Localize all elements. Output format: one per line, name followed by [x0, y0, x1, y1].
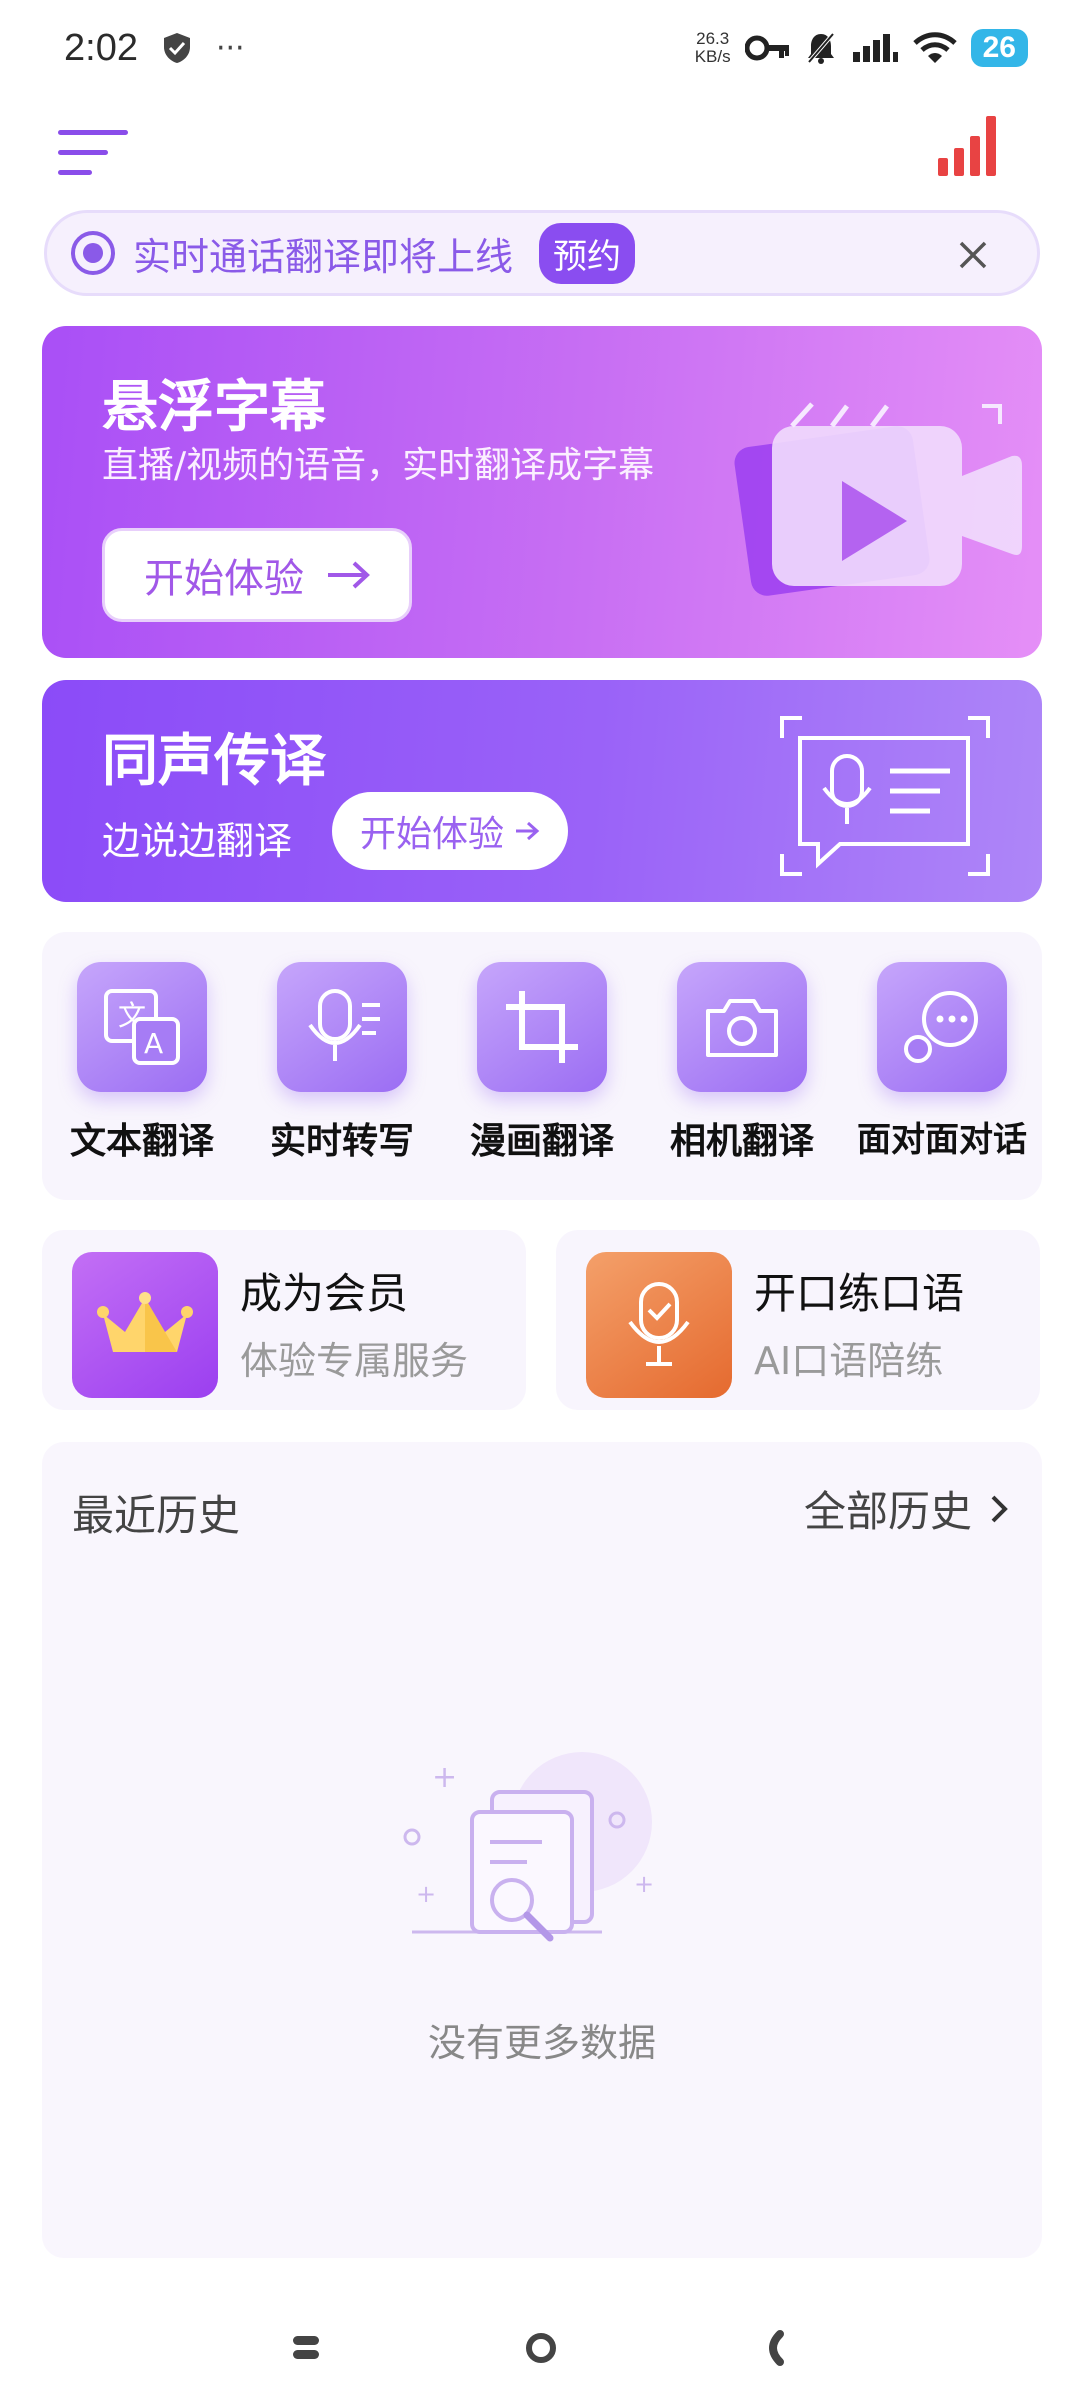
comic-translate-icon — [477, 962, 607, 1092]
status-time: 2:02 — [64, 26, 138, 69]
notice-banner[interactable]: 实时通话翻译即将上线 预约 — [44, 210, 1040, 296]
menu-icon — [58, 130, 128, 135]
video-clapper-illustration — [734, 402, 1022, 596]
arrow-right-icon — [516, 821, 540, 841]
app-bar — [0, 100, 1080, 200]
reserve-button[interactable]: 预约 — [539, 222, 636, 284]
dialog-icon — [877, 962, 1007, 1092]
floating-subtitle-description: 直播/视频的语音，实时翻译成字幕 — [102, 445, 655, 486]
membership-subtitle: 体验专属服务 — [240, 1339, 469, 1383]
history-title: 最近历史 — [72, 1491, 241, 1540]
simultaneous-start-label: 开始体验 — [359, 814, 504, 855]
svg-text:+: + — [634, 1870, 654, 1898]
simultaneous-title: 同声传译 — [102, 729, 326, 794]
floating-subtitle-title: 悬浮字幕 — [102, 375, 326, 440]
camera-icon — [677, 962, 807, 1092]
floating-subtitle-card[interactable]: 悬浮字幕 直播/视频的语音，实时翻译成字幕 开始体验 — [42, 326, 1042, 658]
speaking-practice-subtitle: AI口语陪练 — [754, 1339, 944, 1383]
membership-title: 成为会员 — [240, 1269, 409, 1318]
history-section: 最近历史 全部历史 + + + 没有更多数据 — [42, 1442, 1042, 2258]
all-history-label: 全部历史 — [803, 1487, 972, 1536]
speaking-practice-tile[interactable]: 开口练口语 AI口语陪练 — [556, 1230, 1040, 1410]
net-speed-value: 26.3 — [696, 29, 730, 48]
svg-text:+: + — [432, 1760, 457, 1795]
back-button[interactable] — [760, 2330, 788, 2366]
menu-button[interactable] — [58, 116, 130, 176]
bell-mute-icon — [807, 32, 835, 64]
text-translate-icon: 文 A — [77, 962, 207, 1092]
tool-label: 面对面对话 — [857, 1120, 1027, 1160]
system-navigation-bar — [0, 2300, 1080, 2400]
home-button[interactable] — [524, 2330, 558, 2366]
empty-state-text: 没有更多数据 — [427, 2021, 656, 2065]
shield-check-icon — [163, 33, 190, 63]
all-history-link[interactable]: 全部历史 — [804, 1478, 1008, 1539]
tool-label: 漫画翻译 — [469, 1121, 614, 1162]
status-bar: 2:02 ··· 26.3 KB/s 26 — [0, 0, 1080, 96]
notice-text: 实时通话翻译即将上线 — [133, 234, 514, 279]
more-notifications-icon: ··· — [215, 30, 245, 66]
tool-camera-translate[interactable]: 相机翻译 — [652, 962, 832, 1164]
tool-label: 实时转写 — [269, 1121, 414, 1162]
arrow-right-icon — [328, 561, 370, 589]
speech-bubble-mic-illustration — [780, 716, 990, 876]
tool-text-translate[interactable]: 文 A 文本翻译 — [52, 962, 232, 1164]
tools-grid: 文 A 文本翻译 实时转写 漫画翻译 相机翻译 面对面对话 — [42, 932, 1042, 1200]
svg-text:A: A — [144, 1027, 163, 1060]
battery-indicator: 26 — [970, 29, 1028, 67]
microphone-check-icon — [586, 1252, 732, 1398]
transcribe-icon — [277, 962, 407, 1092]
floating-subtitle-start-button[interactable]: 开始体验 — [102, 528, 412, 622]
tool-transcribe[interactable]: 实时转写 — [252, 962, 432, 1164]
empty-history-illustration: + + + — [403, 1752, 654, 1942]
stats-icon[interactable] — [936, 114, 1002, 178]
tool-face-to-face[interactable]: 面对面对话 — [852, 962, 1032, 1161]
simultaneous-description: 边说边翻译 — [102, 819, 293, 863]
tool-label: 相机翻译 — [669, 1121, 814, 1162]
close-icon[interactable] — [953, 235, 993, 275]
net-speed: 26.3 KB/s — [695, 30, 731, 66]
signal-icon — [852, 34, 898, 62]
key-icon — [744, 35, 789, 61]
floating-subtitle-start-label: 开始体验 — [144, 556, 304, 602]
net-speed-unit: KB/s — [694, 47, 731, 66]
svg-text:+: + — [416, 1880, 436, 1908]
recent-apps-button[interactable] — [290, 2330, 322, 2366]
simultaneous-start-button[interactable]: 开始体验 — [332, 792, 568, 870]
chevron-right-icon — [991, 1495, 1008, 1522]
tool-comic-translate[interactable]: 漫画翻译 — [452, 962, 632, 1164]
radio-icon — [71, 231, 115, 275]
speaking-practice-title: 开口练口语 — [754, 1269, 965, 1318]
wifi-icon — [912, 32, 957, 63]
crown-icon — [72, 1252, 218, 1398]
tool-label: 文本翻译 — [69, 1121, 214, 1162]
simultaneous-interpretation-card[interactable]: 同声传译 边说边翻译 开始体验 — [42, 680, 1042, 902]
membership-tile[interactable]: 成为会员 体验专属服务 — [42, 1230, 526, 1410]
